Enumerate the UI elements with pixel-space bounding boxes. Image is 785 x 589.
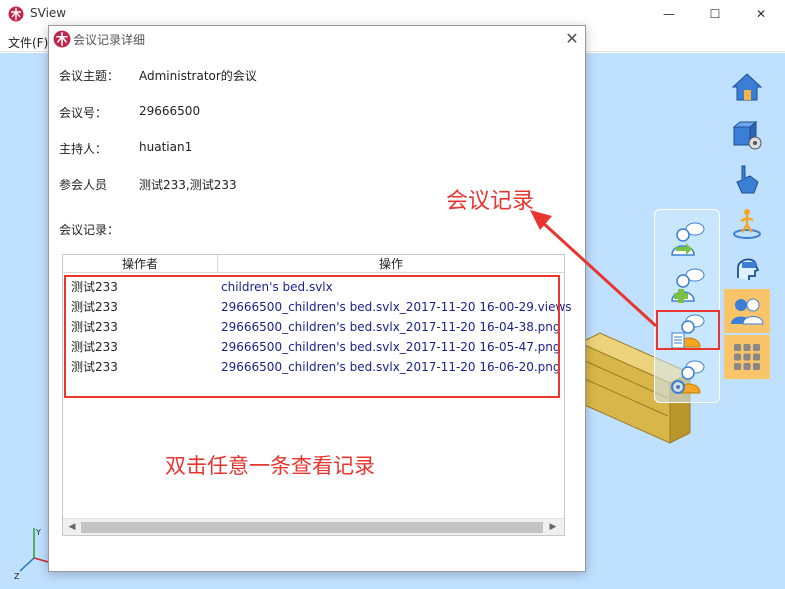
maximize-button[interactable]: ☐ xyxy=(692,0,738,28)
rows-highlight-box xyxy=(64,275,560,398)
record-icon-highlight-box xyxy=(656,310,720,350)
walk-person-icon xyxy=(733,209,761,239)
home-button[interactable] xyxy=(724,65,770,109)
dialog-close-button[interactable]: ✕ xyxy=(563,30,581,48)
create-meeting-button[interactable] xyxy=(663,264,711,308)
cube-settings-icon xyxy=(732,120,762,150)
join-meeting-icon xyxy=(671,222,705,256)
scroll-thumb[interactable] xyxy=(81,522,543,533)
horizontal-scrollbar[interactable]: ◀ ▶ xyxy=(63,518,564,535)
scroll-left-icon[interactable]: ◀ xyxy=(66,522,78,533)
annotation-meeting-record: 会议记录 xyxy=(446,189,535,214)
participants-value: 测试233,测试233 xyxy=(139,178,237,192)
join-meeting-button[interactable] xyxy=(663,218,711,262)
minimize-icon: — xyxy=(663,7,675,21)
dialog-title: 会议记录详细 xyxy=(73,33,146,47)
meeting-settings-button[interactable] xyxy=(663,356,711,400)
view-settings-button[interactable] xyxy=(724,113,770,157)
pan-button[interactable] xyxy=(724,157,770,201)
app-title: SView xyxy=(30,6,67,20)
side-toolbar xyxy=(724,65,772,385)
axis-z-label: Z xyxy=(14,572,20,581)
meeting-panel xyxy=(654,209,720,403)
dialog-titlebar: 会议记录详细 ✕ xyxy=(49,26,585,52)
head-view-icon xyxy=(737,258,760,280)
annotation-double-click: 双击任意一条查看记录 xyxy=(165,454,375,478)
records-label: 会议记录： xyxy=(59,223,120,237)
topic-value: Administrator的会议 xyxy=(139,69,257,83)
sview-logo-icon xyxy=(53,30,71,48)
close-window-button[interactable]: ✕ xyxy=(738,0,784,28)
participants-label: 参会人员 xyxy=(59,178,108,192)
hand-pointer-icon xyxy=(736,165,759,194)
create-meeting-icon xyxy=(671,268,705,303)
meeting-button[interactable] xyxy=(724,289,770,333)
host-label: 主持人： xyxy=(59,142,108,156)
meeting-number-label: 会议号： xyxy=(59,106,108,120)
axis-y-label: Y xyxy=(35,528,41,537)
table-header: 操作者 操作 xyxy=(63,255,564,273)
home-icon xyxy=(731,73,763,101)
apps-grid-button[interactable] xyxy=(724,335,770,379)
menu-file[interactable]: 文件(F) xyxy=(8,34,48,51)
meeting-number-value: 29666500 xyxy=(139,104,201,118)
grid-apps-icon xyxy=(734,344,760,370)
meeting-users-icon xyxy=(731,298,764,325)
walk-button[interactable] xyxy=(724,201,770,245)
meeting-settings-icon xyxy=(671,360,705,394)
head-view-button[interactable] xyxy=(724,245,770,289)
column-header-action[interactable]: 操作 xyxy=(218,255,564,273)
sview-logo-icon xyxy=(8,6,24,22)
scroll-right-icon[interactable]: ▶ xyxy=(547,522,559,533)
close-icon: ✕ xyxy=(755,7,767,21)
maximize-icon: ☐ xyxy=(709,7,721,21)
minimize-button[interactable]: — xyxy=(646,0,692,28)
annotation-arrow-icon xyxy=(530,210,658,328)
column-header-operator[interactable]: 操作者 xyxy=(63,255,218,273)
app-titlebar: SView — ☐ ✕ xyxy=(0,0,785,28)
host-value: huatian1 xyxy=(139,140,193,154)
topic-label: 会议主题： xyxy=(59,69,120,83)
